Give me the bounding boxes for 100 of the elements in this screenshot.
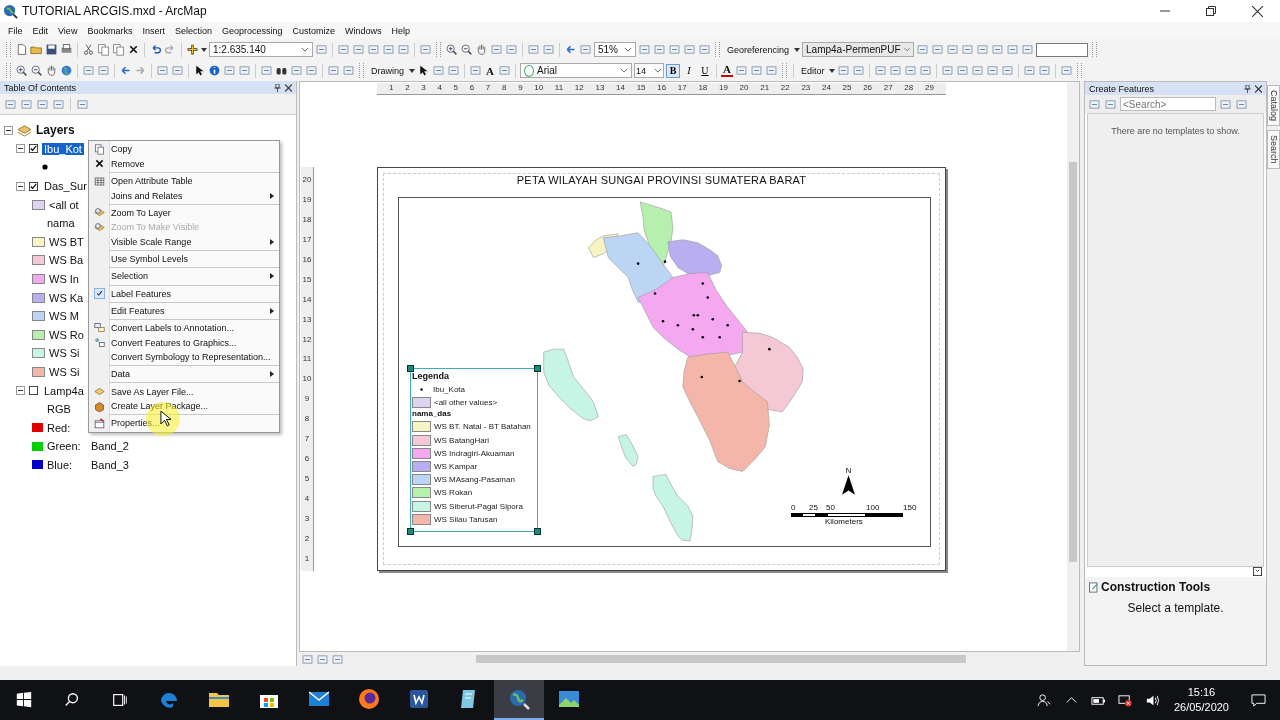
toolbar-icon[interactable] bbox=[874, 64, 888, 77]
toolbar-icon[interactable] bbox=[1038, 64, 1052, 77]
layer-name[interactable]: Das_Sur bbox=[42, 180, 89, 193]
copy-icon[interactable] bbox=[97, 43, 110, 56]
layer-name[interactable]: Ibu_Kot bbox=[42, 142, 84, 155]
collapse-icon[interactable] bbox=[16, 144, 25, 154]
menu-item[interactable]: Joins and Relates bbox=[89, 188, 279, 203]
toolbar-icon[interactable] bbox=[238, 64, 251, 77]
toolbar-icon[interactable] bbox=[734, 64, 748, 77]
toolbar-icon[interactable] bbox=[976, 43, 990, 56]
toolbar-icon[interactable] bbox=[4, 97, 17, 111]
toolbar-icon[interactable] bbox=[331, 652, 344, 666]
toolbar-icon[interactable] bbox=[367, 43, 380, 56]
toolbar-icon[interactable] bbox=[1235, 97, 1248, 111]
toolbar-icon[interactable] bbox=[1088, 97, 1101, 111]
selection-handle[interactable] bbox=[407, 365, 414, 372]
collapse-icon[interactable] bbox=[16, 181, 25, 191]
scale-combo[interactable]: 1:2.635.140 bbox=[209, 42, 313, 57]
toolbar-icon[interactable] bbox=[497, 64, 511, 77]
search-field[interactable]: <Search> bbox=[1120, 97, 1216, 111]
pin-icon[interactable] bbox=[274, 83, 281, 92]
menu-item[interactable]: Help bbox=[386, 25, 416, 36]
clock-date[interactable]: 26/05/2020 bbox=[1173, 700, 1229, 715]
toolbar-icon[interactable] bbox=[490, 43, 503, 56]
new-document-icon[interactable] bbox=[15, 43, 28, 56]
menu-item[interactable]: Windows bbox=[340, 25, 387, 36]
toolbar-icon[interactable] bbox=[419, 43, 432, 56]
delete-icon[interactable] bbox=[127, 43, 140, 56]
input-field[interactable] bbox=[1036, 42, 1089, 57]
menu-item[interactable]: Properties... bbox=[89, 413, 279, 431]
toolbar-icon[interactable] bbox=[749, 64, 763, 77]
back-arrow-icon[interactable] bbox=[564, 43, 577, 56]
menu-item[interactable]: Geoprocessing bbox=[216, 25, 288, 36]
toolbar-icon[interactable] bbox=[1021, 43, 1035, 56]
collapse-icon[interactable] bbox=[4, 125, 13, 135]
restore-icon[interactable] bbox=[1206, 6, 1216, 16]
clock-time[interactable]: 15:16 bbox=[1187, 685, 1216, 700]
zoom-out-icon[interactable] bbox=[460, 43, 473, 56]
add-data-icon[interactable] bbox=[186, 43, 199, 56]
toolbar-icon[interactable] bbox=[397, 43, 410, 56]
checkbox[interactable] bbox=[29, 144, 38, 154]
pin-icon[interactable] bbox=[1244, 84, 1251, 93]
checkbox[interactable] bbox=[29, 386, 38, 396]
toolbar-icon[interactable] bbox=[837, 64, 851, 77]
toolbar-icon[interactable] bbox=[382, 43, 395, 56]
selection-handle[interactable] bbox=[534, 365, 541, 372]
toolbar-icon[interactable] bbox=[668, 43, 681, 56]
menu-item[interactable]: Visible Scale Range bbox=[89, 234, 279, 250]
zoom-out-icon[interactable] bbox=[30, 64, 43, 77]
selection-handle[interactable] bbox=[534, 528, 541, 535]
menu-item[interactable]: Selection bbox=[169, 25, 217, 36]
toolbar-icon[interactable] bbox=[919, 64, 933, 77]
toolbar-icon[interactable] bbox=[76, 97, 89, 111]
toolbar-icon[interactable] bbox=[852, 64, 866, 77]
menu-item[interactable]: Copy bbox=[89, 142, 279, 157]
font-size-combo[interactable]: 14 bbox=[633, 63, 664, 78]
editor-menu[interactable]: Editor bbox=[797, 65, 828, 76]
zoom-in-icon[interactable] bbox=[15, 64, 28, 77]
map-legend[interactable]: Legenda Ibu_Kota <all other values> nama_das WS BT. Natal - BT Batahan WS BatangHari WS Indragiri-Akuaman WS Kampar WS MAsang-Pasaman WS Rokan WS Siberut-Pagai Sipora WS Silau Tarusan bbox=[410, 368, 538, 532]
toolbar-icon[interactable] bbox=[223, 64, 236, 77]
close-icon[interactable] bbox=[1251, 5, 1263, 17]
menu-item[interactable]: Customize bbox=[287, 25, 340, 36]
font-color-button[interactable]: A bbox=[720, 64, 733, 77]
toolbar-icon[interactable] bbox=[946, 43, 960, 56]
toolbar-icon[interactable] bbox=[1006, 43, 1020, 56]
globe-icon[interactable] bbox=[60, 64, 73, 77]
toolbar-icon[interactable] bbox=[1219, 97, 1232, 111]
collapse-icon[interactable] bbox=[1253, 567, 1262, 576]
toolbar-icon[interactable] bbox=[941, 64, 955, 77]
toolbar-icon[interactable] bbox=[337, 43, 350, 56]
toolbar-icon[interactable] bbox=[316, 652, 329, 666]
menu-item[interactable]: Open Attribute Table bbox=[89, 171, 279, 189]
layer-combo[interactable]: Lamp4a-PermenPUF bbox=[802, 42, 915, 57]
toolbar-icon[interactable] bbox=[904, 64, 918, 77]
toolbar-icon[interactable] bbox=[327, 64, 340, 77]
toolbar-icon[interactable] bbox=[97, 64, 110, 77]
menu-item[interactable]: Selection bbox=[89, 266, 279, 284]
toolbar-icon[interactable] bbox=[542, 43, 555, 56]
toolbar-icon[interactable] bbox=[764, 64, 778, 77]
toolbar-icon[interactable] bbox=[698, 43, 711, 56]
menu-item[interactable]: Data bbox=[89, 364, 279, 382]
toolbar-icon[interactable] bbox=[931, 43, 945, 56]
toolbar-icon[interactable] bbox=[447, 64, 460, 77]
toolbar-icon[interactable] bbox=[36, 97, 49, 111]
toolbar-icon[interactable] bbox=[342, 64, 355, 77]
toolbar-icon[interactable] bbox=[20, 97, 33, 111]
toolbar-icon[interactable] bbox=[171, 64, 184, 77]
toolbar-icon[interactable] bbox=[991, 43, 1005, 56]
menu-item[interactable]: Convert Labels to Annotation... bbox=[89, 318, 279, 336]
format-button[interactable]: U bbox=[697, 63, 712, 78]
menu-item[interactable]: Convert Symbology to Representation... bbox=[89, 349, 279, 365]
checkbox[interactable] bbox=[29, 181, 38, 191]
menu-item[interactable]: Save As Layer File... bbox=[89, 381, 279, 399]
toolbar-icon[interactable] bbox=[352, 43, 365, 56]
menu-item[interactable]: Edit bbox=[27, 25, 54, 36]
toolbar-icon[interactable] bbox=[638, 43, 651, 56]
hand-icon[interactable] bbox=[475, 43, 488, 56]
toolbar-icon[interactable] bbox=[301, 652, 314, 666]
toolbar-icon[interactable] bbox=[527, 43, 540, 56]
save-icon[interactable] bbox=[45, 43, 58, 56]
